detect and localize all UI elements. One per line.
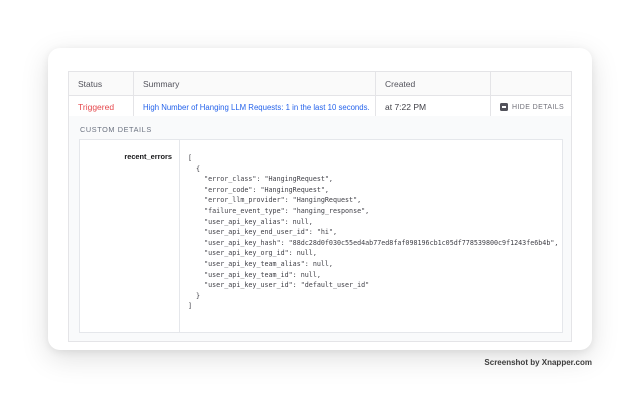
created-timestamp: at 7:22 PM [385, 102, 426, 112]
xnapper-watermark: Screenshot by Xnapper.com [484, 358, 592, 367]
actions-cell: HIDE DETAILS [491, 96, 571, 118]
column-header-created: Created [376, 72, 491, 95]
recent-errors-key: recent_errors [124, 152, 172, 161]
hide-details-label: HIDE DETAILS [512, 104, 564, 111]
column-header-actions [491, 72, 571, 95]
custom-details-panel: CUSTOM DETAILS recent_errors [ { "error_… [68, 116, 572, 342]
column-header-status: Status [69, 72, 134, 95]
alert-summary-link[interactable]: High Number of Hanging LLM Requests: 1 i… [143, 103, 370, 112]
custom-details-heading: CUSTOM DETAILS [80, 125, 152, 134]
recent-errors-json: [ { "error_class": "HangingRequest", "er… [180, 140, 562, 320]
summary-cell: High Number of Hanging LLM Requests: 1 i… [134, 96, 376, 118]
column-header-summary: Summary [134, 72, 376, 95]
table-row: Triggered High Number of Hanging LLM Req… [69, 96, 571, 118]
created-cell: at 7:22 PM [376, 96, 491, 118]
status-cell: Triggered [69, 96, 134, 118]
table-header-row: Status Summary Created [69, 72, 571, 96]
page-background: Status Summary Created Triggered High Nu… [0, 0, 640, 416]
details-key-column: recent_errors [80, 140, 180, 332]
status-badge: Triggered [78, 102, 114, 112]
details-value-column: [ { "error_class": "HangingRequest", "er… [180, 140, 562, 332]
alert-card: Status Summary Created Triggered High Nu… [48, 48, 592, 350]
hide-details-button[interactable]: HIDE DETAILS [500, 103, 564, 111]
collapse-minus-icon [500, 103, 508, 111]
details-table: recent_errors [ { "error_class": "Hangin… [79, 139, 563, 333]
alerts-table: Status Summary Created Triggered High Nu… [68, 71, 572, 119]
